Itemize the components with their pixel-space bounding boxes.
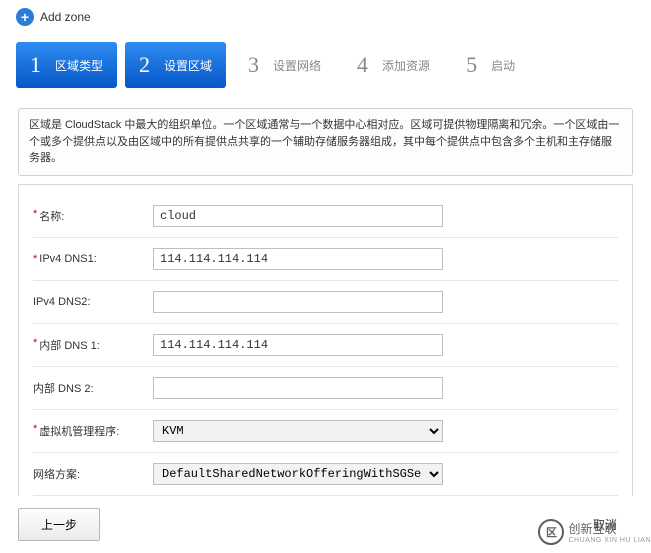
form-container: * 名称: * IPv4 DNS1: IPv4 DNS2: * 内部 DNS 1… xyxy=(18,184,633,504)
add-zone-icon: + xyxy=(16,8,34,26)
label-internal-dns2: 内部 DNS 2: xyxy=(33,380,153,396)
label-ipv4-dns1: * IPv4 DNS1: xyxy=(33,253,153,265)
label-text: 内部 DNS 2: xyxy=(33,380,94,396)
label-network-offering: 网络方案: xyxy=(33,466,153,482)
wizard-footer: 上一步 取消 区 创新互联 CHUANG XIN HU LIAN xyxy=(0,496,651,553)
step-setup-zone[interactable]: 2 设置区域 xyxy=(125,42,226,88)
input-internal-dns2[interactable] xyxy=(153,377,443,399)
input-name[interactable] xyxy=(153,205,443,227)
step-label: 启动 xyxy=(491,57,515,74)
step-label: 设置区域 xyxy=(164,57,212,74)
step-number: 2 xyxy=(139,52,150,78)
input-internal-dns1[interactable] xyxy=(153,334,443,356)
label-text: 内部 DNS 1: xyxy=(39,337,100,353)
wizard-header: + Add zone xyxy=(0,0,651,34)
prev-button[interactable]: 上一步 xyxy=(18,508,100,541)
step-label: 设置网络 xyxy=(273,57,321,74)
label-name: * 名称: xyxy=(33,208,153,224)
step-label: 区域类型 xyxy=(55,57,103,74)
form-scroll-area[interactable]: * 名称: * IPv4 DNS1: IPv4 DNS2: * 内部 DNS 1… xyxy=(18,184,633,504)
row-internal-dns1: * 内部 DNS 1: xyxy=(33,324,618,367)
row-internal-dns2: 内部 DNS 2: xyxy=(33,367,618,410)
wizard-title: Add zone xyxy=(40,10,91,24)
select-hypervisor[interactable]: KVM xyxy=(153,420,443,442)
step-zone-type[interactable]: 1 区域类型 xyxy=(16,42,117,88)
watermark-text: 创新互联 xyxy=(568,520,651,537)
label-text: 虚拟机管理程序: xyxy=(39,423,119,439)
step-number: 4 xyxy=(357,52,368,78)
required-mark: * xyxy=(33,337,37,353)
watermark-subtext: CHUANG XIN HU LIAN xyxy=(568,537,651,544)
required-mark: * xyxy=(33,423,37,439)
label-text: IPv4 DNS2: xyxy=(33,296,90,308)
step-number: 3 xyxy=(248,52,259,78)
label-text: 网络方案: xyxy=(33,466,80,482)
wizard-steps: 1 区域类型 2 设置区域 3 设置网络 4 添加资源 5 启动 xyxy=(0,34,651,96)
step-label: 添加资源 xyxy=(382,57,430,74)
required-mark: * xyxy=(33,253,37,265)
required-mark: * xyxy=(33,208,37,224)
watermark: 区 创新互联 CHUANG XIN HU LIAN xyxy=(538,519,651,545)
input-ipv4-dns2[interactable] xyxy=(153,291,443,313)
label-text: 名称: xyxy=(39,208,64,224)
row-ipv4-dns1: * IPv4 DNS1: xyxy=(33,238,618,281)
step-number: 5 xyxy=(466,52,477,78)
label-hypervisor: * 虚拟机管理程序: xyxy=(33,423,153,439)
row-hypervisor: * 虚拟机管理程序: KVM xyxy=(33,410,618,453)
row-ipv4-dns2: IPv4 DNS2: xyxy=(33,281,618,324)
input-ipv4-dns1[interactable] xyxy=(153,248,443,270)
step-add-resource[interactable]: 4 添加资源 xyxy=(343,42,444,88)
row-name: * 名称: xyxy=(33,195,618,238)
label-text: IPv4 DNS1: xyxy=(39,253,96,265)
step-setup-network[interactable]: 3 设置网络 xyxy=(234,42,335,88)
label-ipv4-dns2: IPv4 DNS2: xyxy=(33,296,153,308)
label-internal-dns1: * 内部 DNS 1: xyxy=(33,337,153,353)
step-launch[interactable]: 5 启动 xyxy=(452,42,529,88)
watermark-logo-icon: 区 xyxy=(538,519,564,545)
select-network-offering[interactable]: DefaultSharedNetworkOfferingWithSGServic… xyxy=(153,463,443,485)
zone-description: 区域是 CloudStack 中最大的组织单位。一个区域通常与一个数据中心相对应… xyxy=(18,108,633,176)
row-network-offering: 网络方案: DefaultSharedNetworkOfferingWithSG… xyxy=(33,453,618,496)
step-number: 1 xyxy=(30,52,41,78)
